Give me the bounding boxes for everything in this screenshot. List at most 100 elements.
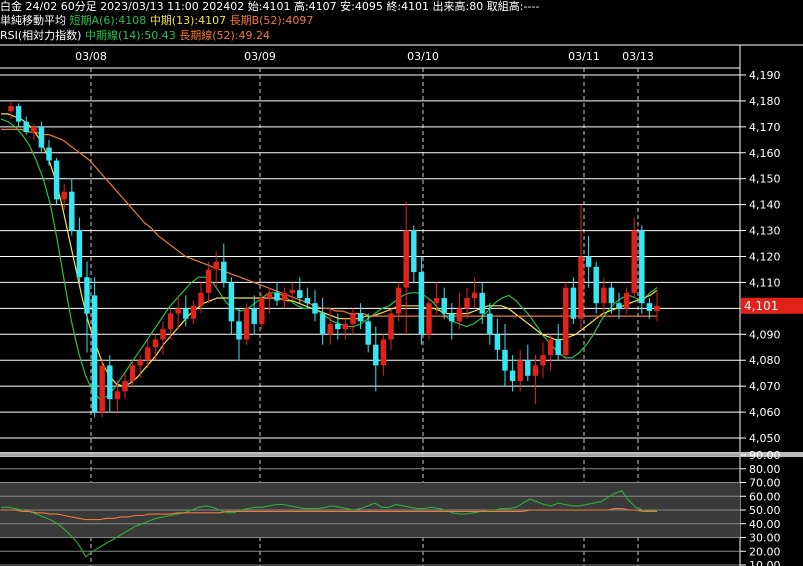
price-tick-label: 4,050 — [749, 432, 781, 445]
candle-body — [251, 308, 257, 324]
candle-body — [487, 313, 493, 335]
candle-body — [623, 292, 630, 309]
candle-body — [601, 287, 607, 304]
candle-body — [418, 272, 425, 335]
candle-body — [608, 287, 615, 304]
candle-body — [616, 303, 622, 309]
candle-body — [304, 297, 311, 304]
candle-body — [525, 360, 531, 376]
candle-body — [152, 339, 159, 348]
chart-canvas: 03/08 03/09 03/10 03/11 03/13 4,050 4,060 4,070… — [0, 44, 803, 566]
candle-body — [198, 292, 204, 306]
candle-body — [563, 287, 569, 356]
sma-line-long — [1, 128, 657, 317]
candle-body — [228, 282, 235, 322]
candle-body — [221, 261, 227, 283]
candle-body — [441, 297, 447, 314]
candle-body — [297, 290, 303, 298]
candle-body — [31, 126, 37, 133]
candle-body — [388, 313, 394, 340]
candle-body — [167, 313, 174, 330]
candle-body — [593, 266, 599, 304]
rsi-tick-label: 90.00 — [749, 449, 781, 462]
candle-body — [479, 292, 485, 314]
candle-body — [570, 287, 577, 319]
rsi-tick-label: 50.00 — [749, 504, 781, 517]
candle-body — [365, 321, 371, 345]
price-tick-label: 4,140 — [749, 199, 781, 212]
candle-body — [236, 321, 242, 340]
price-tick-label: 4,070 — [749, 380, 781, 393]
candle-body — [327, 323, 333, 335]
candle-body — [8, 106, 14, 112]
price-tick-label: 4,180 — [749, 95, 781, 108]
rsi-tick-label: 80.00 — [749, 463, 781, 476]
candle-body — [373, 344, 379, 366]
rsi-tick-label: 30.00 — [749, 532, 781, 545]
candle-body — [433, 297, 440, 304]
candle-body — [631, 230, 637, 293]
candle-body — [319, 313, 326, 335]
rsi-tick-label: 10.00 — [749, 559, 781, 566]
date-label: 03/13 — [622, 50, 654, 63]
candle-body — [289, 290, 295, 293]
price-tick-label: 4,080 — [749, 354, 781, 367]
candle-body — [122, 380, 128, 392]
candle-body — [137, 360, 143, 366]
candle-body — [76, 230, 83, 278]
candle-body — [654, 305, 660, 311]
candle-body — [243, 308, 250, 340]
candle-body — [532, 365, 539, 376]
candle-body — [471, 292, 478, 298]
candle-body — [426, 303, 432, 335]
candle-body — [395, 287, 402, 314]
price-tick-label: 4,190 — [749, 69, 781, 82]
candle-body — [61, 191, 67, 200]
last-price-label: 4,101 — [744, 299, 778, 313]
candle-body — [411, 230, 417, 273]
candle-body — [555, 339, 561, 356]
price-tick-label: 4,150 — [749, 173, 781, 186]
candle-body — [69, 191, 75, 231]
candle-body — [517, 360, 523, 381]
price-tick-label: 4,130 — [749, 225, 781, 238]
candle-body — [259, 297, 265, 324]
candle-body — [190, 305, 197, 319]
rsi-tick-label: 60.00 — [749, 490, 781, 503]
date-label: 03/11 — [568, 50, 600, 63]
candle-body — [540, 355, 546, 366]
candle-body — [213, 261, 219, 270]
candle-body — [266, 292, 273, 298]
candle-body — [494, 334, 501, 350]
date-label: 03/10 — [407, 50, 439, 63]
candle-body — [502, 349, 508, 371]
candle-body — [107, 365, 113, 400]
candle-body — [38, 126, 45, 148]
candle-body — [403, 230, 409, 288]
candle-body — [84, 277, 90, 314]
candle-body — [456, 308, 463, 322]
price-tick-label: 4,160 — [749, 147, 781, 160]
candle-body — [578, 256, 584, 319]
candle-body — [281, 292, 288, 301]
price-tick-label: 4,090 — [749, 328, 781, 341]
candle-body — [509, 370, 516, 381]
date-label: 03/09 — [244, 50, 276, 63]
rsi-tick-label: 40.00 — [749, 518, 781, 531]
candle-body — [183, 308, 189, 319]
candle-body — [380, 339, 387, 366]
candle-body — [129, 365, 136, 381]
price-tick-label: 4,060 — [749, 406, 781, 419]
candle-body — [99, 365, 105, 413]
candle-body — [639, 230, 645, 304]
candle-body — [274, 292, 280, 301]
candle-body — [53, 160, 60, 200]
rsi-tick-label: 70.00 — [749, 477, 781, 490]
candle-body — [160, 329, 166, 340]
date-label: 03/08 — [75, 50, 107, 63]
candle-body — [350, 313, 356, 324]
candle-body — [335, 323, 341, 330]
candle-body — [357, 313, 364, 322]
candle-body — [464, 297, 470, 309]
price-tick-label: 4,170 — [749, 121, 781, 134]
